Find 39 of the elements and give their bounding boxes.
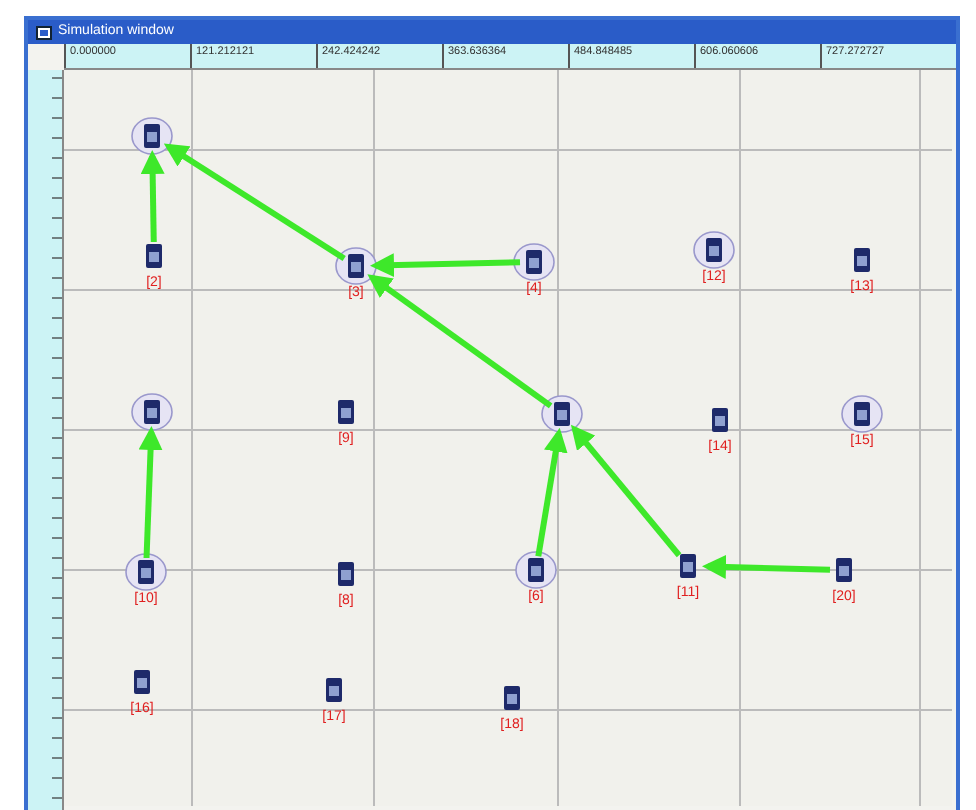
device-node[interactable]: [836, 558, 852, 582]
device-node[interactable]: [131, 117, 173, 155]
device-icon: [504, 686, 520, 710]
device-node[interactable]: [131, 393, 173, 431]
device-node[interactable]: [680, 554, 696, 578]
device-icon: [854, 402, 870, 426]
device-icon: [338, 562, 354, 586]
device-icon: [338, 400, 354, 424]
device-node[interactable]: [335, 247, 377, 285]
device-icon: [144, 124, 160, 148]
device-icon: [554, 402, 570, 426]
device-node[interactable]: [326, 678, 342, 702]
device-icon: [326, 678, 342, 702]
device-icon: [836, 558, 852, 582]
device-node[interactable]: [125, 553, 167, 591]
device-node[interactable]: [146, 244, 162, 268]
device-icon: [144, 400, 160, 424]
device-icon: [706, 238, 722, 262]
device-icon: [854, 248, 870, 272]
device-node[interactable]: [513, 243, 555, 281]
device-node[interactable]: [515, 551, 557, 589]
device-node[interactable]: [693, 231, 735, 269]
device-node[interactable]: [338, 400, 354, 424]
device-icon: [138, 560, 154, 584]
device-icon: [134, 670, 150, 694]
device-icon: [528, 558, 544, 582]
device-node[interactable]: [841, 395, 883, 433]
device-node[interactable]: [134, 670, 150, 694]
device-icon: [348, 254, 364, 278]
device-node[interactable]: [541, 395, 583, 433]
device-icon: [680, 554, 696, 578]
device-node[interactable]: [504, 686, 520, 710]
device-node[interactable]: [854, 248, 870, 272]
device-node[interactable]: [712, 408, 728, 432]
device-icon: [526, 250, 542, 274]
device-node[interactable]: [338, 562, 354, 586]
device-icon: [712, 408, 728, 432]
window-icon: [36, 25, 52, 39]
device-icon: [146, 244, 162, 268]
